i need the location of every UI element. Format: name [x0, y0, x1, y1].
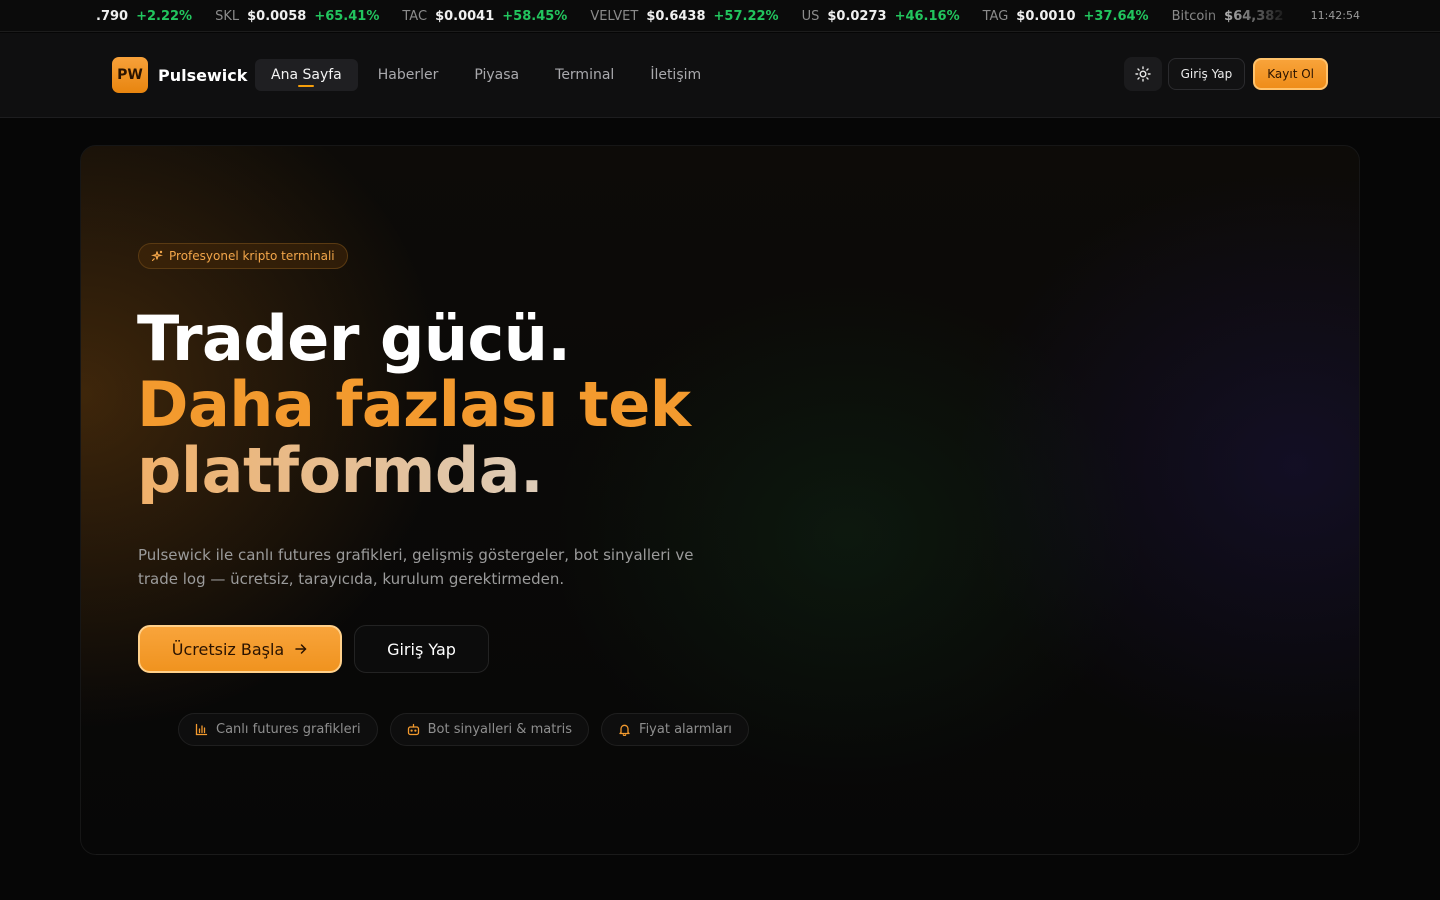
bar-chart-icon	[195, 723, 208, 736]
ticker-change: +65.41%	[314, 8, 380, 24]
hero-login-button[interactable]: Giriş Yap	[354, 625, 489, 673]
ticker-symbol: SKL	[215, 8, 240, 24]
ticker-symbol: VELVET	[590, 8, 639, 24]
nav-item-home[interactable]: Ana Sayfa	[255, 59, 358, 91]
signup-button[interactable]: Kayıt Ol	[1253, 58, 1328, 90]
hero-description: Pulsewick ile canlı futures grafikleri, …	[138, 546, 694, 588]
ticker-item[interactable]: SKL $0.0058 +65.41%	[215, 9, 379, 24]
feature-chip-label: Bot sinyalleri & matris	[427, 722, 573, 737]
nav-item-terminal[interactable]: Terminal	[539, 59, 630, 91]
ticker-symbol: US	[801, 8, 820, 24]
ticker-symbol: TAC	[402, 8, 428, 24]
ticker-change: +37.64%	[1083, 8, 1149, 24]
nav-item-contact[interactable]: İletişim	[634, 59, 717, 91]
ticker-row: .790 +2.22% SKL $0.0058 +65.41% TAC $0.0…	[88, 0, 1290, 31]
bot-icon	[407, 723, 420, 736]
ticker-track: .790 +2.22% SKL $0.0058 +65.41% TAC $0.0…	[0, 0, 1290, 31]
ticker-change: +58.45%	[502, 8, 568, 24]
logo-text: Pulsewick	[158, 65, 248, 85]
main-nav: Ana Sayfa Haberler Piyasa Terminal İleti…	[255, 59, 721, 91]
header-actions: Giriş Yap Kayıt Ol	[1123, 57, 1328, 91]
site-header: PW Pulsewick Ana Sayfa Haberler Piyasa T…	[0, 33, 1440, 118]
ticker-change: +2.22%	[136, 8, 193, 24]
sparkles-icon	[151, 250, 163, 262]
ticker-item[interactable]: Bitcoin $64,382	[1172, 9, 1290, 24]
ticker-price: $0.0058	[247, 8, 307, 24]
ticker-clock: 11:42:54	[1310, 9, 1360, 22]
ticker-price: $0.0041	[435, 8, 495, 24]
ticker-item[interactable]: TAG $0.0010 +37.64%	[983, 9, 1149, 24]
logo-mark: PW	[112, 57, 148, 93]
feature-chip-alerts: Fiyat alarmları	[601, 713, 749, 746]
hero-badge: Profesyonel kripto terminali	[138, 243, 348, 269]
arrow-right-icon	[294, 642, 308, 656]
hero-title-line-2: Daha fazlası tek	[137, 368, 691, 441]
ticker-item[interactable]: US $0.0273 +46.16%	[802, 9, 960, 24]
login-button[interactable]: Giriş Yap	[1167, 58, 1246, 90]
ticker-price: $0.6438	[646, 8, 706, 24]
logo[interactable]: PW Pulsewick	[112, 57, 247, 93]
section-divider	[96, 854, 1344, 855]
ticker-change: +57.22%	[713, 8, 779, 24]
hero-title-line-1: Trader gücü.	[137, 302, 571, 375]
start-free-button[interactable]: Ücretsiz Başla	[138, 625, 342, 673]
feature-chip-label: Fiyat alarmları	[639, 722, 732, 737]
nav-item-market[interactable]: Piyasa	[458, 59, 535, 91]
ticker-price: $64,382	[1224, 8, 1284, 24]
feature-chips: Canlı futures grafikleri Bot sinyalleri …	[178, 713, 761, 746]
hero-title-line-3: platformda.	[137, 438, 691, 504]
ticker-symbol: Bitcoin	[1171, 8, 1217, 24]
ticker-price: .790	[96, 8, 129, 24]
feature-chip-bots: Bot sinyalleri & matris	[389, 713, 590, 746]
theme-toggle-button[interactable]	[1123, 57, 1162, 91]
nav-item-news[interactable]: Haberler	[362, 59, 455, 91]
hero-title: Trader gücü. Daha fazlası tek platformda…	[137, 306, 691, 504]
ticker-price: $0.0273	[827, 8, 887, 24]
feature-chip-label: Canlı futures grafikleri	[216, 722, 361, 737]
ticker-change: +46.16%	[894, 8, 960, 24]
ticker-item[interactable]: TAC $0.0041 +58.45%	[402, 9, 567, 24]
ticker-price: $0.0010	[1016, 8, 1076, 24]
ticker-item[interactable]: .790 +2.22%	[88, 9, 192, 24]
ticker-symbol: TAG	[982, 8, 1009, 24]
sun-icon	[1134, 66, 1151, 82]
hero-section: Profesyonel kripto terminali Trader gücü…	[80, 145, 1360, 855]
price-ticker: .790 +2.22% SKL $0.0058 +65.41% TAC $0.0…	[0, 0, 1440, 32]
ticker-item[interactable]: VELVET $0.6438 +57.22%	[590, 9, 778, 24]
feature-chip-charts: Canlı futures grafikleri	[178, 713, 378, 746]
start-free-label: Ücretsiz Başla	[171, 639, 285, 659]
bell-icon	[618, 723, 631, 736]
hero-badge-text: Profesyonel kripto terminali	[169, 249, 335, 263]
